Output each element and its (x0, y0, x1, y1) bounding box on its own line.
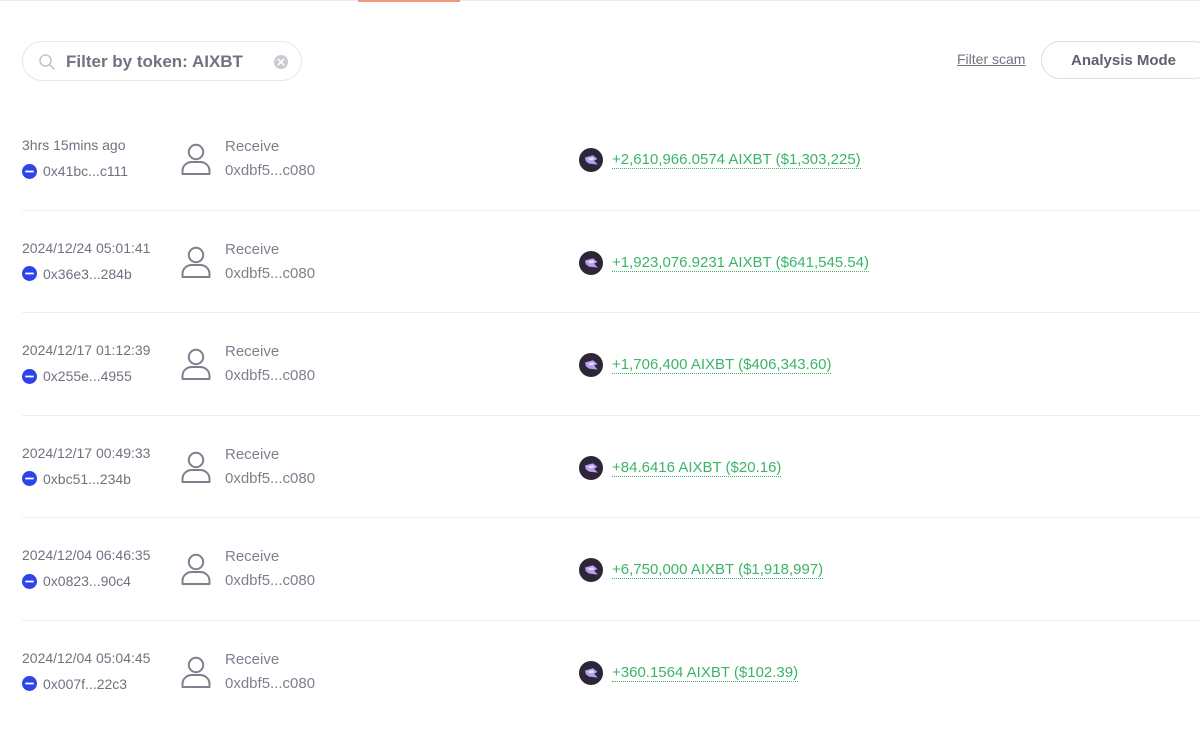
transaction-type: Receive (225, 138, 280, 155)
analysis-mode-button[interactable]: Analysis Mode (1041, 41, 1200, 79)
filter-scam-link[interactable]: Filter scam (957, 51, 1025, 67)
counterparty-address[interactable]: 0xdbf5...c080 (225, 675, 315, 692)
aixbt-token-icon (579, 148, 603, 172)
transaction-hash-group[interactable]: 0xbc51...234b (22, 471, 131, 487)
transaction-time: 2024/12/24 05:01:41 (22, 239, 151, 256)
transaction-row: 2024/12/17 00:49:33 0xbc51...234b Receiv… (22, 416, 1200, 519)
transaction-row: 2024/12/24 05:01:41 0x36e3...284b Receiv… (22, 211, 1200, 314)
transaction-time: 2024/12/04 05:04:45 (22, 649, 151, 666)
counterparty-address[interactable]: 0xdbf5...c080 (225, 265, 315, 282)
chain-icon (22, 163, 37, 179)
aixbt-token-icon (579, 353, 603, 378)
clear-icon[interactable] (273, 54, 289, 70)
transaction-hash-group[interactable]: 0x0823...90c4 (22, 573, 131, 589)
transaction-amount[interactable]: +1,706,400 AIXBT ($406,343.60) (612, 356, 832, 375)
transaction-type: Receive (225, 343, 280, 361)
chain-icon (22, 676, 37, 692)
aixbt-token-icon (579, 250, 603, 275)
counterparty-address[interactable]: 0xdbf5...c080 (225, 572, 315, 589)
transaction-hash[interactable]: 0x41bc...c111 (43, 163, 128, 179)
counterparty-address[interactable]: 0xdbf5...c080 (225, 470, 315, 487)
transaction-type: Receive (225, 548, 280, 566)
transaction-amount[interactable]: +1,923,076.9231 AIXBT ($641,545.54) (612, 254, 870, 272)
transaction-hash-group[interactable]: 0x255e...4955 (22, 368, 132, 384)
transaction-row: 2024/12/04 05:04:45 0x007f...22c3 Receiv… (22, 621, 1200, 723)
transaction-amount[interactable]: +84.6416 AIXBT ($20.16) (612, 459, 782, 477)
transaction-hash[interactable]: 0x0823...90c4 (43, 573, 131, 589)
chain-icon (22, 471, 37, 487)
active-tab-indicator (358, 0, 460, 2)
transaction-hash[interactable]: 0x255e...4955 (43, 368, 132, 384)
transaction-hash-group[interactable]: 0x007f...22c3 (22, 676, 127, 692)
transaction-time: 2024/12/17 01:12:39 (22, 342, 151, 359)
transaction-row: 3hrs 15mins ago 0x41bc...c111 Receive 0x… (22, 108, 1200, 211)
person-icon (181, 656, 211, 688)
aixbt-token-icon (579, 455, 603, 480)
transaction-time: 2024/12/04 06:46:35 (22, 547, 151, 564)
transaction-amount[interactable]: +2,610,966.0574 AIXBT ($1,303,225) (612, 151, 861, 169)
search-icon (39, 54, 55, 70)
transaction-time: 3hrs 15mins ago (22, 137, 126, 153)
transaction-hash[interactable]: 0xbc51...234b (43, 471, 131, 487)
person-icon (181, 554, 211, 586)
transaction-hash[interactable]: 0x36e3...284b (43, 266, 132, 282)
aixbt-token-icon (579, 660, 603, 685)
transaction-type: Receive (225, 240, 280, 258)
transaction-hash[interactable]: 0x007f...22c3 (43, 676, 127, 692)
transaction-hash-group[interactable]: 0x41bc...c111 (22, 163, 128, 179)
person-icon (181, 451, 211, 483)
transaction-hash-group[interactable]: 0x36e3...284b (22, 266, 132, 282)
person-icon (181, 348, 211, 381)
chain-icon (22, 368, 37, 384)
person-icon (181, 143, 211, 175)
token-filter-value: Filter by token: AIXBT (66, 52, 243, 71)
counterparty-address[interactable]: 0xdbf5...c080 (225, 367, 315, 384)
person-icon (181, 246, 211, 278)
token-filter-input[interactable]: Filter by token: AIXBT (22, 41, 302, 81)
transaction-row: 2024/12/04 06:46:35 0x0823...90c4 Receiv… (22, 518, 1200, 621)
top-divider (0, 0, 1200, 1)
aixbt-token-icon (579, 558, 603, 583)
counterparty-address[interactable]: 0xdbf5...c080 (225, 162, 315, 179)
transaction-amount[interactable]: +6,750,000 AIXBT ($1,918,997) (612, 561, 824, 580)
transaction-list: 3hrs 15mins ago 0x41bc...c111 Receive 0x… (0, 108, 1200, 723)
transaction-type: Receive (225, 445, 280, 463)
chain-icon (22, 573, 37, 589)
chain-icon (22, 266, 37, 282)
transaction-time: 2024/12/17 00:49:33 (22, 444, 151, 461)
transaction-amount[interactable]: +360.1564 AIXBT ($102.39) (612, 664, 799, 682)
transaction-row: 2024/12/17 01:12:39 0x255e...4955 Receiv… (22, 313, 1200, 416)
transaction-type: Receive (225, 650, 280, 668)
